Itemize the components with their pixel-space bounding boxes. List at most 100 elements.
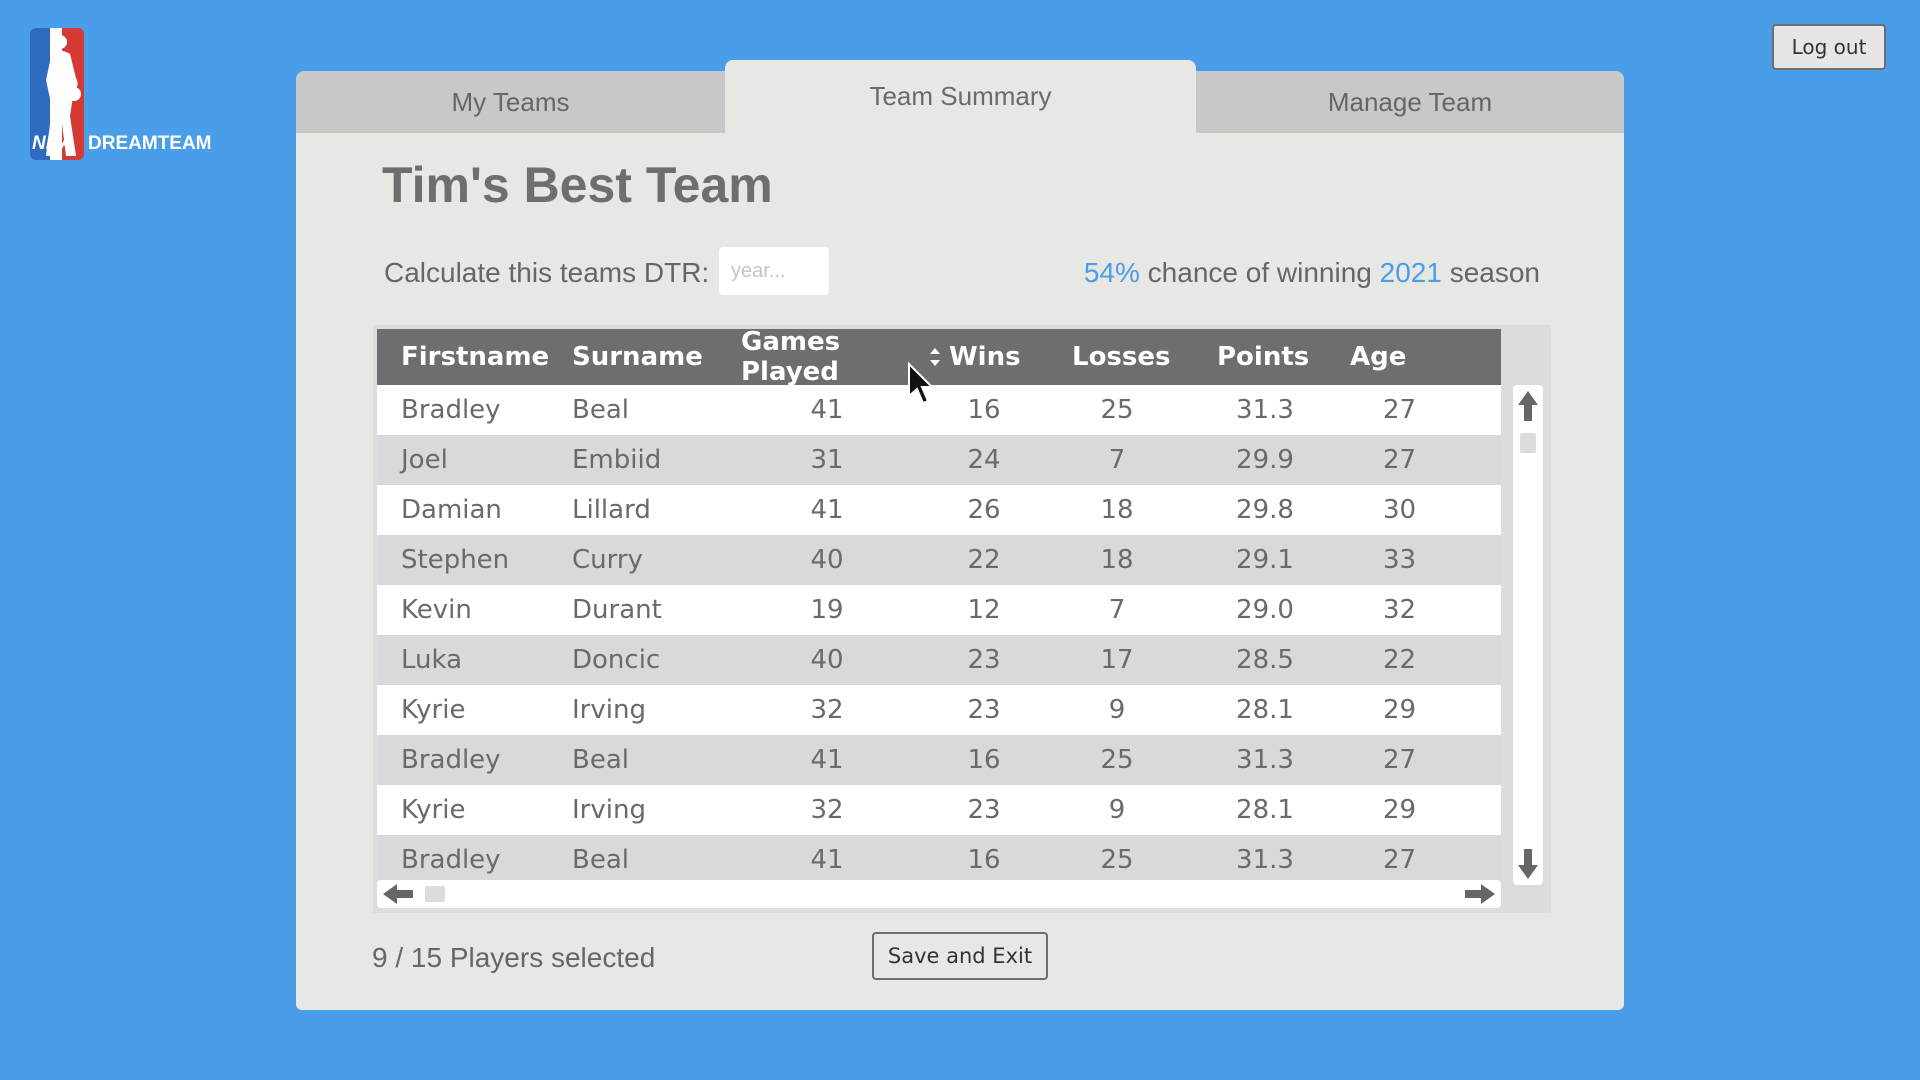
cell-surname: Beal <box>572 395 629 425</box>
scroll-up-arrow-icon[interactable] <box>1517 389 1539 423</box>
cell-wins: 12 <box>967 595 1001 625</box>
column-header-games-played-label: Games Played <box>741 329 841 387</box>
cell-age: 27 <box>1382 745 1417 775</box>
cell-wins: 24 <box>967 445 1001 475</box>
vertical-scroll-thumb[interactable] <box>1520 433 1536 453</box>
cell-age: 27 <box>1382 395 1417 425</box>
cell-losses: 25 <box>1100 845 1134 875</box>
cell-surname: Irving <box>572 695 646 725</box>
tab-team-summary[interactable]: Team Summary <box>725 60 1196 133</box>
horizontal-scroll-thumb[interactable] <box>425 886 445 902</box>
win-chance-percent: 54% <box>1083 257 1140 288</box>
tab-my-teams[interactable]: My Teams <box>296 71 725 133</box>
cell-age: 27 <box>1382 445 1417 475</box>
scroll-down-arrow-icon[interactable] <box>1517 847 1539 881</box>
win-chance-label: chance of winning <box>1139 257 1380 288</box>
cell-losses: 25 <box>1100 745 1134 775</box>
cell-points: 29.1 <box>1236 545 1294 575</box>
cell-points: 29.9 <box>1236 445 1294 475</box>
cell-wins: 16 <box>967 845 1001 875</box>
year-input[interactable] <box>719 247 829 295</box>
cell-losses: 25 <box>1100 395 1134 425</box>
cell-wins: 16 <box>967 395 1001 425</box>
table-viewport: Firstname Surname Games Played Wins Loss… <box>377 329 1501 880</box>
vertical-scrollbar[interactable] <box>1513 385 1543 885</box>
cell-surname: Irving <box>572 795 646 825</box>
cell-surname: Lillard <box>572 495 651 525</box>
cell-games-played: 40 <box>810 545 844 575</box>
cell-games-played: 31 <box>810 445 844 475</box>
cell-age: 33 <box>1382 545 1417 575</box>
cell-surname: Doncic <box>572 645 661 675</box>
table-row[interactable]: Bradley Beal 41 16 25 31.3 27 <box>377 385 1501 435</box>
cell-losses: 18 <box>1100 545 1134 575</box>
column-header-firstname[interactable]: Firstname <box>401 329 549 385</box>
cell-surname: Beal <box>572 845 629 875</box>
column-header-surname[interactable]: Surname <box>572 329 703 385</box>
players-selected-count: 9 / 15 Players selected <box>372 942 656 973</box>
cell-age: 32 <box>1382 595 1417 625</box>
cell-firstname: Kevin <box>401 595 472 625</box>
table-row[interactable]: Bradley Beal 41 16 25 31.3 27 <box>377 735 1501 785</box>
scroll-left-arrow-icon[interactable] <box>381 884 415 904</box>
tab-manage-team[interactable]: Manage Team <box>1196 71 1624 133</box>
table-row[interactable]: Damian Lillard 41 26 18 29.8 30 <box>377 485 1501 535</box>
cell-games-played: 41 <box>810 845 844 875</box>
table-row[interactable]: Kevin Durant 19 12 7 29.0 32 <box>377 585 1501 635</box>
table-row[interactable]: Kyrie Irving 32 23 9 28.1 29 <box>377 685 1501 735</box>
cell-losses: 9 <box>1108 695 1126 725</box>
cell-points: 29.0 <box>1236 595 1294 625</box>
column-header-points[interactable]: Points <box>1217 329 1317 385</box>
cell-games-played: 41 <box>810 495 844 525</box>
cell-firstname: Bradley <box>401 395 501 425</box>
horizontal-scrollbar[interactable] <box>377 880 1501 908</box>
column-header-age[interactable]: Age <box>1350 329 1450 385</box>
cell-surname: Durant <box>572 595 662 625</box>
cell-losses: 9 <box>1108 795 1126 825</box>
table-body: Bradley Beal 41 16 25 31.3 27 Joel Embiid 31 24 7 2… <box>377 385 1501 880</box>
cell-games-played: 32 <box>810 795 844 825</box>
cell-age: 29 <box>1382 795 1417 825</box>
cell-firstname: Stephen <box>401 545 510 575</box>
cell-points: 31.3 <box>1236 745 1294 775</box>
cell-wins: 23 <box>967 645 1001 675</box>
cell-wins: 22 <box>967 545 1001 575</box>
win-chance-text: 54% chance of winning 2021 season <box>1084 257 1540 289</box>
cell-games-played: 41 <box>810 745 844 775</box>
cell-wins: 23 <box>967 795 1001 825</box>
svg-text:DREAMTEAM: DREAMTEAM <box>88 133 212 154</box>
cell-games-played: 32 <box>810 695 844 725</box>
cell-age: 27 <box>1382 845 1417 875</box>
cell-wins: 23 <box>967 695 1001 725</box>
cell-firstname: Kyrie <box>401 695 466 725</box>
table-row[interactable]: Luka Doncic 40 23 17 28.5 22 <box>377 635 1501 685</box>
cell-firstname: Kyrie <box>401 795 466 825</box>
cell-points: 31.3 <box>1236 845 1294 875</box>
table-row[interactable]: Bradley Beal 41 16 25 31.3 27 <box>377 835 1501 880</box>
cell-firstname: Damian <box>401 495 502 525</box>
cell-firstname: Joel <box>401 445 448 475</box>
save-and-exit-button[interactable]: Save and Exit <box>872 932 1048 980</box>
cell-age: 22 <box>1382 645 1417 675</box>
table-row[interactable]: Kyrie Irving 32 23 9 28.1 29 <box>377 785 1501 835</box>
scroll-right-arrow-icon[interactable] <box>1463 884 1497 904</box>
page-title: Tim's Best Team <box>382 157 773 213</box>
cell-firstname: Bradley <box>401 745 501 775</box>
logout-button[interactable]: Log out <box>1772 24 1886 70</box>
cell-losses: 7 <box>1108 595 1126 625</box>
cell-points: 28.1 <box>1236 795 1294 825</box>
nba-dreamteam-logo: NBA DREAMTEAM <box>30 28 216 163</box>
table-row[interactable]: Stephen Curry 40 22 18 29.1 33 <box>377 535 1501 585</box>
cell-age: 30 <box>1382 495 1417 525</box>
column-header-wins[interactable]: Wins <box>949 329 1029 385</box>
cell-losses: 17 <box>1100 645 1134 675</box>
team-panel: My Teams Team Summary Manage Team Tim's … <box>296 60 1624 1010</box>
dtr-label: Calculate this teams DTR: <box>384 257 710 288</box>
cell-games-played: 41 <box>810 395 844 425</box>
season-year: 2021 <box>1379 257 1442 288</box>
column-header-losses[interactable]: Losses <box>1072 329 1172 385</box>
table-header: Firstname Surname Games Played Wins Loss… <box>377 329 1501 387</box>
cell-surname: Curry <box>572 545 643 575</box>
table-row[interactable]: Joel Embiid 31 24 7 29.9 27 <box>377 435 1501 485</box>
season-label: season <box>1441 257 1540 288</box>
